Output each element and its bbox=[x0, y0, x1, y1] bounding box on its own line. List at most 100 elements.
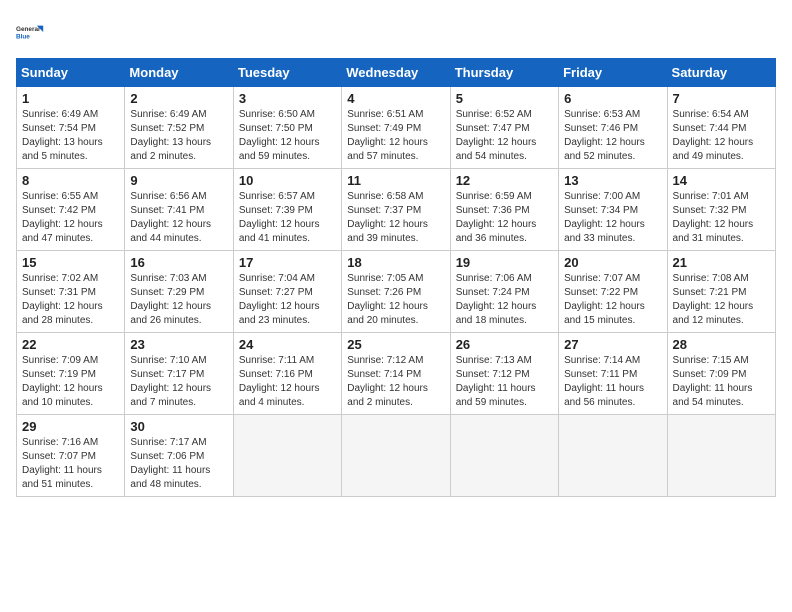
calendar-cell: 7Sunrise: 6:54 AM Sunset: 7:44 PM Daylig… bbox=[667, 87, 775, 169]
day-info: Sunrise: 7:08 AM Sunset: 7:21 PM Dayligh… bbox=[673, 272, 770, 328]
day-info: Sunrise: 6:53 AM Sunset: 7:46 PM Dayligh… bbox=[564, 108, 661, 164]
day-number: 18 bbox=[347, 255, 444, 270]
day-info: Sunrise: 7:02 AM Sunset: 7:31 PM Dayligh… bbox=[22, 272, 119, 328]
day-number: 15 bbox=[22, 255, 119, 270]
calendar-cell: 5 Sunrise: 6:52 AM Sunset: 7:47 PM Daylig… bbox=[450, 87, 558, 169]
calendar-cell: 4 Sunrise: 6:51 AM Sunset: 7:49 PM Daylig… bbox=[342, 87, 450, 169]
calendar-week-row: 8 Sunrise: 6:55 AM Sunset: 7:42 PM Daylig… bbox=[17, 169, 776, 251]
day-info: Sunrise: 6:57 AM Sunset: 7:39 PM Dayligh… bbox=[239, 190, 336, 246]
calendar-cell: 30 Sunrise: 7:17 AM Sunset: 7:06 PM Dayli… bbox=[125, 415, 233, 497]
day-number: 30 bbox=[130, 419, 227, 434]
calendar-week-row: 15 Sunrise: 7:02 AM Sunset: 7:31 PM Dayli… bbox=[17, 251, 776, 333]
day-info: Sunrise: 7:03 AM Sunset: 7:29 PM Dayligh… bbox=[130, 272, 227, 328]
calendar-cell: 6 Sunrise: 6:53 AM Sunset: 7:46 PM Daylig… bbox=[559, 87, 667, 169]
calendar-cell: 15 Sunrise: 7:02 AM Sunset: 7:31 PM Dayli… bbox=[17, 251, 125, 333]
weekday-header-thursday: Thursday bbox=[450, 59, 558, 87]
day-info: Sunrise: 6:54 AM Sunset: 7:44 PM Dayligh… bbox=[673, 108, 770, 164]
weekday-header-monday: Monday bbox=[125, 59, 233, 87]
day-info: Sunrise: 7:12 AM Sunset: 7:14 PM Dayligh… bbox=[347, 354, 444, 410]
day-number: 22 bbox=[22, 337, 119, 352]
calendar-cell: 16 Sunrise: 7:03 AM Sunset: 7:29 PM Dayli… bbox=[125, 251, 233, 333]
calendar-cell: 3 Sunrise: 6:50 AM Sunset: 7:50 PM Daylig… bbox=[233, 87, 341, 169]
calendar-week-row: 22 Sunrise: 7:09 AM Sunset: 7:19 PM Dayli… bbox=[17, 333, 776, 415]
day-number: 11 bbox=[347, 173, 444, 188]
calendar-cell bbox=[233, 415, 341, 497]
day-info: Sunrise: 6:55 AM Sunset: 7:42 PM Dayligh… bbox=[22, 190, 119, 246]
day-info: Sunrise: 7:06 AM Sunset: 7:24 PM Dayligh… bbox=[456, 272, 553, 328]
calendar-cell: 22 Sunrise: 7:09 AM Sunset: 7:19 PM Dayli… bbox=[17, 333, 125, 415]
logo: GeneralBlue bbox=[16, 16, 48, 48]
day-number: 21 bbox=[673, 255, 770, 270]
weekday-header-saturday: Saturday bbox=[667, 59, 775, 87]
day-info: Sunrise: 6:49 AM Sunset: 7:54 PM Dayligh… bbox=[22, 108, 119, 164]
day-info: Sunrise: 7:04 AM Sunset: 7:27 PM Dayligh… bbox=[239, 272, 336, 328]
weekday-header-tuesday: Tuesday bbox=[233, 59, 341, 87]
calendar-cell: 12Sunrise: 6:59 AM Sunset: 7:36 PM Dayli… bbox=[450, 169, 558, 251]
day-info: Sunrise: 6:56 AM Sunset: 7:41 PM Dayligh… bbox=[130, 190, 227, 246]
day-number: 3 bbox=[239, 91, 336, 106]
calendar-cell: 27Sunrise: 7:14 AM Sunset: 7:11 PM Dayli… bbox=[559, 333, 667, 415]
day-info: Sunrise: 7:14 AM Sunset: 7:11 PM Dayligh… bbox=[564, 354, 661, 410]
svg-text:General: General bbox=[16, 26, 40, 33]
day-number: 28 bbox=[673, 337, 770, 352]
calendar-cell bbox=[450, 415, 558, 497]
day-info: Sunrise: 7:09 AM Sunset: 7:19 PM Dayligh… bbox=[22, 354, 119, 410]
day-number: 26 bbox=[456, 337, 553, 352]
day-number: 17 bbox=[239, 255, 336, 270]
day-number: 23 bbox=[130, 337, 227, 352]
calendar-cell: 2 Sunrise: 6:49 AM Sunset: 7:52 PM Daylig… bbox=[125, 87, 233, 169]
calendar-cell bbox=[559, 415, 667, 497]
calendar-cell: 29Sunrise: 7:16 AM Sunset: 7:07 PM Dayli… bbox=[17, 415, 125, 497]
day-number: 14 bbox=[673, 173, 770, 188]
day-info: Sunrise: 6:49 AM Sunset: 7:52 PM Dayligh… bbox=[130, 108, 227, 164]
day-number: 5 bbox=[456, 91, 553, 106]
weekday-header-sunday: Sunday bbox=[17, 59, 125, 87]
day-number: 25 bbox=[347, 337, 444, 352]
calendar-table: SundayMondayTuesdayWednesdayThursdayFrid… bbox=[16, 58, 776, 497]
calendar-cell: 10 Sunrise: 6:57 AM Sunset: 7:39 PM Dayli… bbox=[233, 169, 341, 251]
day-number: 6 bbox=[564, 91, 661, 106]
weekday-header-friday: Friday bbox=[559, 59, 667, 87]
day-info: Sunrise: 7:05 AM Sunset: 7:26 PM Dayligh… bbox=[347, 272, 444, 328]
calendar-cell bbox=[342, 415, 450, 497]
calendar-week-row: 29Sunrise: 7:16 AM Sunset: 7:07 PM Dayli… bbox=[17, 415, 776, 497]
weekday-header-row: SundayMondayTuesdayWednesdayThursdayFrid… bbox=[17, 59, 776, 87]
day-info: Sunrise: 7:07 AM Sunset: 7:22 PM Dayligh… bbox=[564, 272, 661, 328]
day-info: Sunrise: 6:50 AM Sunset: 7:50 PM Dayligh… bbox=[239, 108, 336, 164]
day-number: 13 bbox=[564, 173, 661, 188]
day-info: Sunrise: 7:13 AM Sunset: 7:12 PM Dayligh… bbox=[456, 354, 553, 410]
calendar-cell: 8 Sunrise: 6:55 AM Sunset: 7:42 PM Daylig… bbox=[17, 169, 125, 251]
calendar-cell: 26 Sunrise: 7:13 AM Sunset: 7:12 PM Dayli… bbox=[450, 333, 558, 415]
logo-icon: GeneralBlue bbox=[16, 16, 48, 48]
calendar-cell: 11 Sunrise: 6:58 AM Sunset: 7:37 PM Dayli… bbox=[342, 169, 450, 251]
day-number: 12 bbox=[456, 173, 553, 188]
day-number: 16 bbox=[130, 255, 227, 270]
day-number: 9 bbox=[130, 173, 227, 188]
day-info: Sunrise: 6:58 AM Sunset: 7:37 PM Dayligh… bbox=[347, 190, 444, 246]
calendar-cell: 23 Sunrise: 7:10 AM Sunset: 7:17 PM Dayli… bbox=[125, 333, 233, 415]
calendar-cell: 28 Sunrise: 7:15 AM Sunset: 7:09 PM Dayli… bbox=[667, 333, 775, 415]
header: GeneralBlue bbox=[16, 16, 776, 48]
calendar-cell: 14 Sunrise: 7:01 AM Sunset: 7:32 PM Dayli… bbox=[667, 169, 775, 251]
calendar-cell: 19 Sunrise: 7:06 AM Sunset: 7:24 PM Dayli… bbox=[450, 251, 558, 333]
day-info: Sunrise: 7:15 AM Sunset: 7:09 PM Dayligh… bbox=[673, 354, 770, 410]
day-info: Sunrise: 6:51 AM Sunset: 7:49 PM Dayligh… bbox=[347, 108, 444, 164]
day-info: Sunrise: 7:01 AM Sunset: 7:32 PM Dayligh… bbox=[673, 190, 770, 246]
day-number: 4 bbox=[347, 91, 444, 106]
day-number: 29 bbox=[22, 419, 119, 434]
day-number: 8 bbox=[22, 173, 119, 188]
day-info: Sunrise: 7:11 AM Sunset: 7:16 PM Dayligh… bbox=[239, 354, 336, 410]
svg-text:Blue: Blue bbox=[16, 33, 30, 40]
calendar-week-row: 1Sunrise: 6:49 AM Sunset: 7:54 PM Daylig… bbox=[17, 87, 776, 169]
day-info: Sunrise: 6:52 AM Sunset: 7:47 PM Dayligh… bbox=[456, 108, 553, 164]
day-info: Sunrise: 7:10 AM Sunset: 7:17 PM Dayligh… bbox=[130, 354, 227, 410]
calendar-cell bbox=[667, 415, 775, 497]
calendar-cell: 17 Sunrise: 7:04 AM Sunset: 7:27 PM Dayli… bbox=[233, 251, 341, 333]
calendar-cell: 25 Sunrise: 7:12 AM Sunset: 7:14 PM Dayli… bbox=[342, 333, 450, 415]
calendar-cell: 13Sunrise: 7:00 AM Sunset: 7:34 PM Dayli… bbox=[559, 169, 667, 251]
day-info: Sunrise: 7:17 AM Sunset: 7:06 PM Dayligh… bbox=[130, 436, 227, 492]
calendar-cell: 20Sunrise: 7:07 AM Sunset: 7:22 PM Dayli… bbox=[559, 251, 667, 333]
day-number: 19 bbox=[456, 255, 553, 270]
day-number: 10 bbox=[239, 173, 336, 188]
day-number: 2 bbox=[130, 91, 227, 106]
